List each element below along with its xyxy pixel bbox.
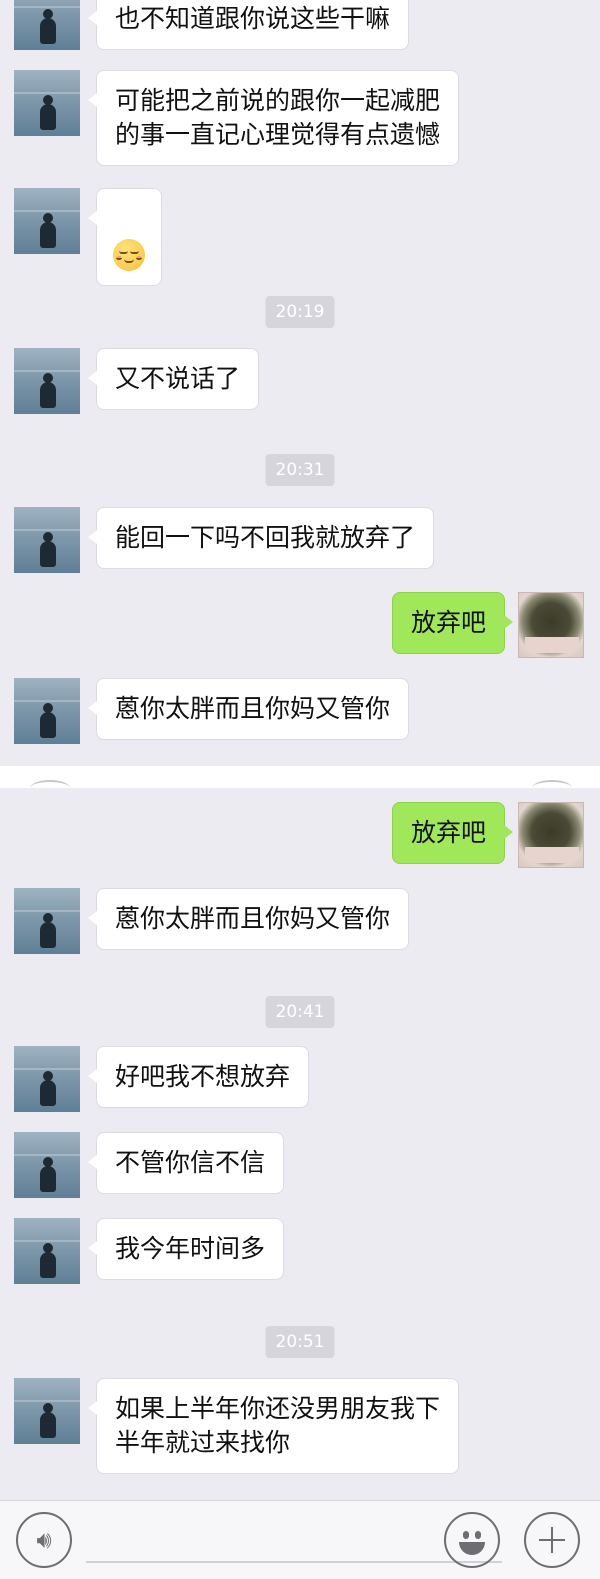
contact-avatar[interactable] [14, 888, 80, 954]
contact-avatar[interactable] [14, 1378, 80, 1444]
message-bubble: 如果上半年你还没男朋友我下 半年就过来找你 [87, 1378, 460, 1474]
message-bubble: 蒽你太胖而且你妈又管你 [87, 888, 410, 950]
plus-icon[interactable] [524, 1512, 580, 1568]
message-input[interactable] [86, 1561, 502, 1563]
self-avatar[interactable] [518, 802, 584, 868]
message-bubble: 好吧我不想放弃 [87, 1046, 310, 1108]
emoji-message-bubble [88, 188, 162, 286]
voice-icon[interactable]: 🔊︎ [16, 1512, 72, 1568]
message-bubble: 可能把之前说的跟你一起减肥 的事一直记心理觉得有点遗憾 [87, 70, 460, 166]
self-avatar[interactable] [518, 592, 584, 658]
message-bubble: 也不知道跟你说这些干嘛 [87, 0, 410, 50]
timestamp: 20:41 [265, 996, 335, 1028]
contact-avatar[interactable] [14, 1132, 80, 1198]
self-message-bubble: 放弃吧 [392, 592, 514, 654]
message-bubble: 又不说话了 [87, 348, 260, 410]
contact-avatar[interactable] [14, 507, 80, 573]
message-bubble: 我今年时间多 [87, 1218, 285, 1280]
contact-avatar[interactable] [14, 70, 80, 136]
message-bubble: 蒽你太胖而且你妈又管你 [87, 678, 410, 740]
contact-avatar[interactable] [14, 188, 80, 254]
timestamp: 20:51 [265, 1326, 335, 1358]
screenshot-divider [0, 766, 600, 788]
contact-avatar[interactable] [14, 1218, 80, 1284]
self-message-bubble: 放弃吧 [392, 802, 514, 864]
contact-avatar[interactable] [14, 1046, 80, 1112]
contact-avatar[interactable] [14, 678, 80, 744]
input-toolbar: 🔊︎ [0, 1500, 600, 1579]
contact-avatar[interactable] [14, 348, 80, 414]
timestamp: 20:31 [265, 454, 335, 486]
chat-panel-bottom: 放弃吧 蒽你太胖而且你妈又管你 20:41 好吧我不想放弃 不管你信不信 我今年… [0, 788, 600, 1500]
contact-avatar[interactable] [14, 0, 80, 50]
emoji-icon[interactable] [444, 1512, 500, 1568]
relieved-face-icon [113, 239, 145, 271]
timestamp: 20:19 [265, 296, 335, 328]
message-bubble: 能回一下吗不回我就放弃了 [87, 507, 435, 569]
chat-panel-top: 也不知道跟你说这些干嘛 可能把之前说的跟你一起减肥 的事一直记心理觉得有点遗憾 … [0, 0, 600, 766]
message-bubble: 不管你信不信 [87, 1132, 285, 1194]
